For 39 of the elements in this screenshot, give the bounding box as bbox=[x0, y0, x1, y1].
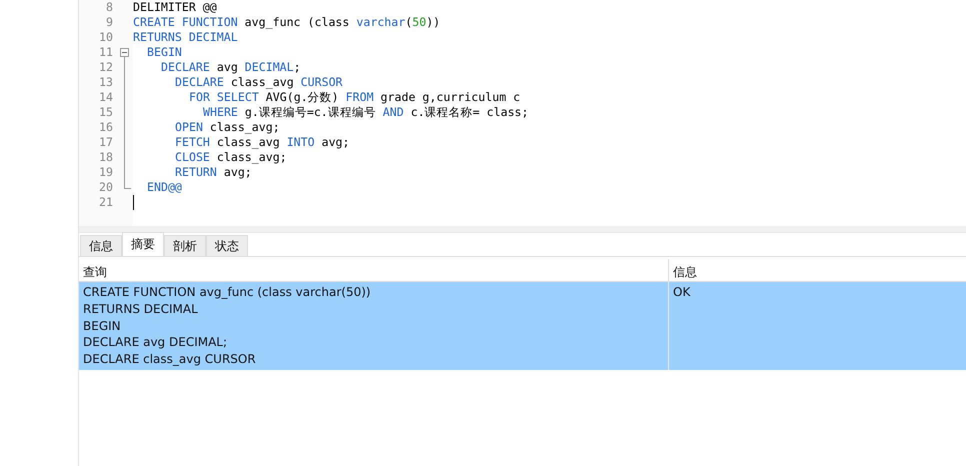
line-number: 18 bbox=[98, 150, 114, 165]
query-line: BEGIN bbox=[83, 318, 122, 334]
query-cell[interactable]: CREATE FUNCTION avg_func (class varchar(50)) RETURNS DECIMAL BEGIN DECLARE avg DECIMAL; DECLARE class_avg CURSOR bbox=[79, 282, 668, 370]
line-number: 14 bbox=[98, 90, 114, 105]
line-number: 12 bbox=[98, 60, 114, 75]
code-line: RETURNS DECIMAL bbox=[133, 30, 238, 45]
result-tab[interactable]: 剖析 bbox=[164, 235, 206, 256]
code-line: CLOSE class_avg; bbox=[175, 150, 287, 165]
line-number: 19 bbox=[98, 165, 114, 180]
result-tab[interactable]: 摘要 bbox=[122, 232, 164, 256]
query-line: DECLARE avg DECIMAL; bbox=[83, 334, 228, 352]
collapse-icon[interactable] bbox=[120, 48, 129, 57]
line-number: 8 bbox=[105, 0, 114, 15]
query-line: CREATE FUNCTION avg_func (class varchar(50)) bbox=[83, 284, 372, 301]
code-line: FOR SELECT AVG(g.分数) FROM grade g,curriculum c bbox=[189, 90, 520, 105]
line-number: 11 bbox=[98, 45, 114, 60]
table-cell[interactable]: OK bbox=[668, 282, 966, 370]
code-line: OPEN class_avg; bbox=[175, 120, 280, 135]
query-line: DECLARE class_avg CURSOR bbox=[83, 351, 257, 368]
line-number: 16 bbox=[98, 120, 114, 135]
code-line: DECLARE avg DECIMAL; bbox=[161, 60, 301, 75]
code-line: WHERE g.课程编号=c.课程编号 AND c.课程名称= class; bbox=[203, 105, 529, 120]
code-line: END@@ bbox=[147, 180, 182, 195]
code-line: BEGIN bbox=[147, 45, 182, 60]
line-number: 13 bbox=[98, 75, 114, 90]
result-tab[interactable]: 状态 bbox=[206, 235, 248, 256]
code-line: DECLARE class_avg CURSOR bbox=[175, 75, 343, 90]
query-line: RETURNS DECIMAL bbox=[83, 300, 199, 318]
code-line: DELIMITER @@ bbox=[133, 0, 217, 15]
code-line: CREATE FUNCTION avg_func (class varchar(50)) bbox=[133, 15, 440, 30]
line-number: 20 bbox=[98, 180, 114, 195]
result-tab[interactable]: 信息 bbox=[80, 235, 122, 256]
line-number: 15 bbox=[98, 105, 114, 120]
code-line: FETCH class_avg INTO avg; bbox=[175, 135, 350, 150]
line-number: 17 bbox=[98, 135, 114, 150]
code-line: RETURN avg; bbox=[175, 165, 252, 180]
line-number: 10 bbox=[98, 30, 114, 45]
line-number: 9 bbox=[105, 15, 114, 30]
line-number: 21 bbox=[98, 195, 114, 210]
